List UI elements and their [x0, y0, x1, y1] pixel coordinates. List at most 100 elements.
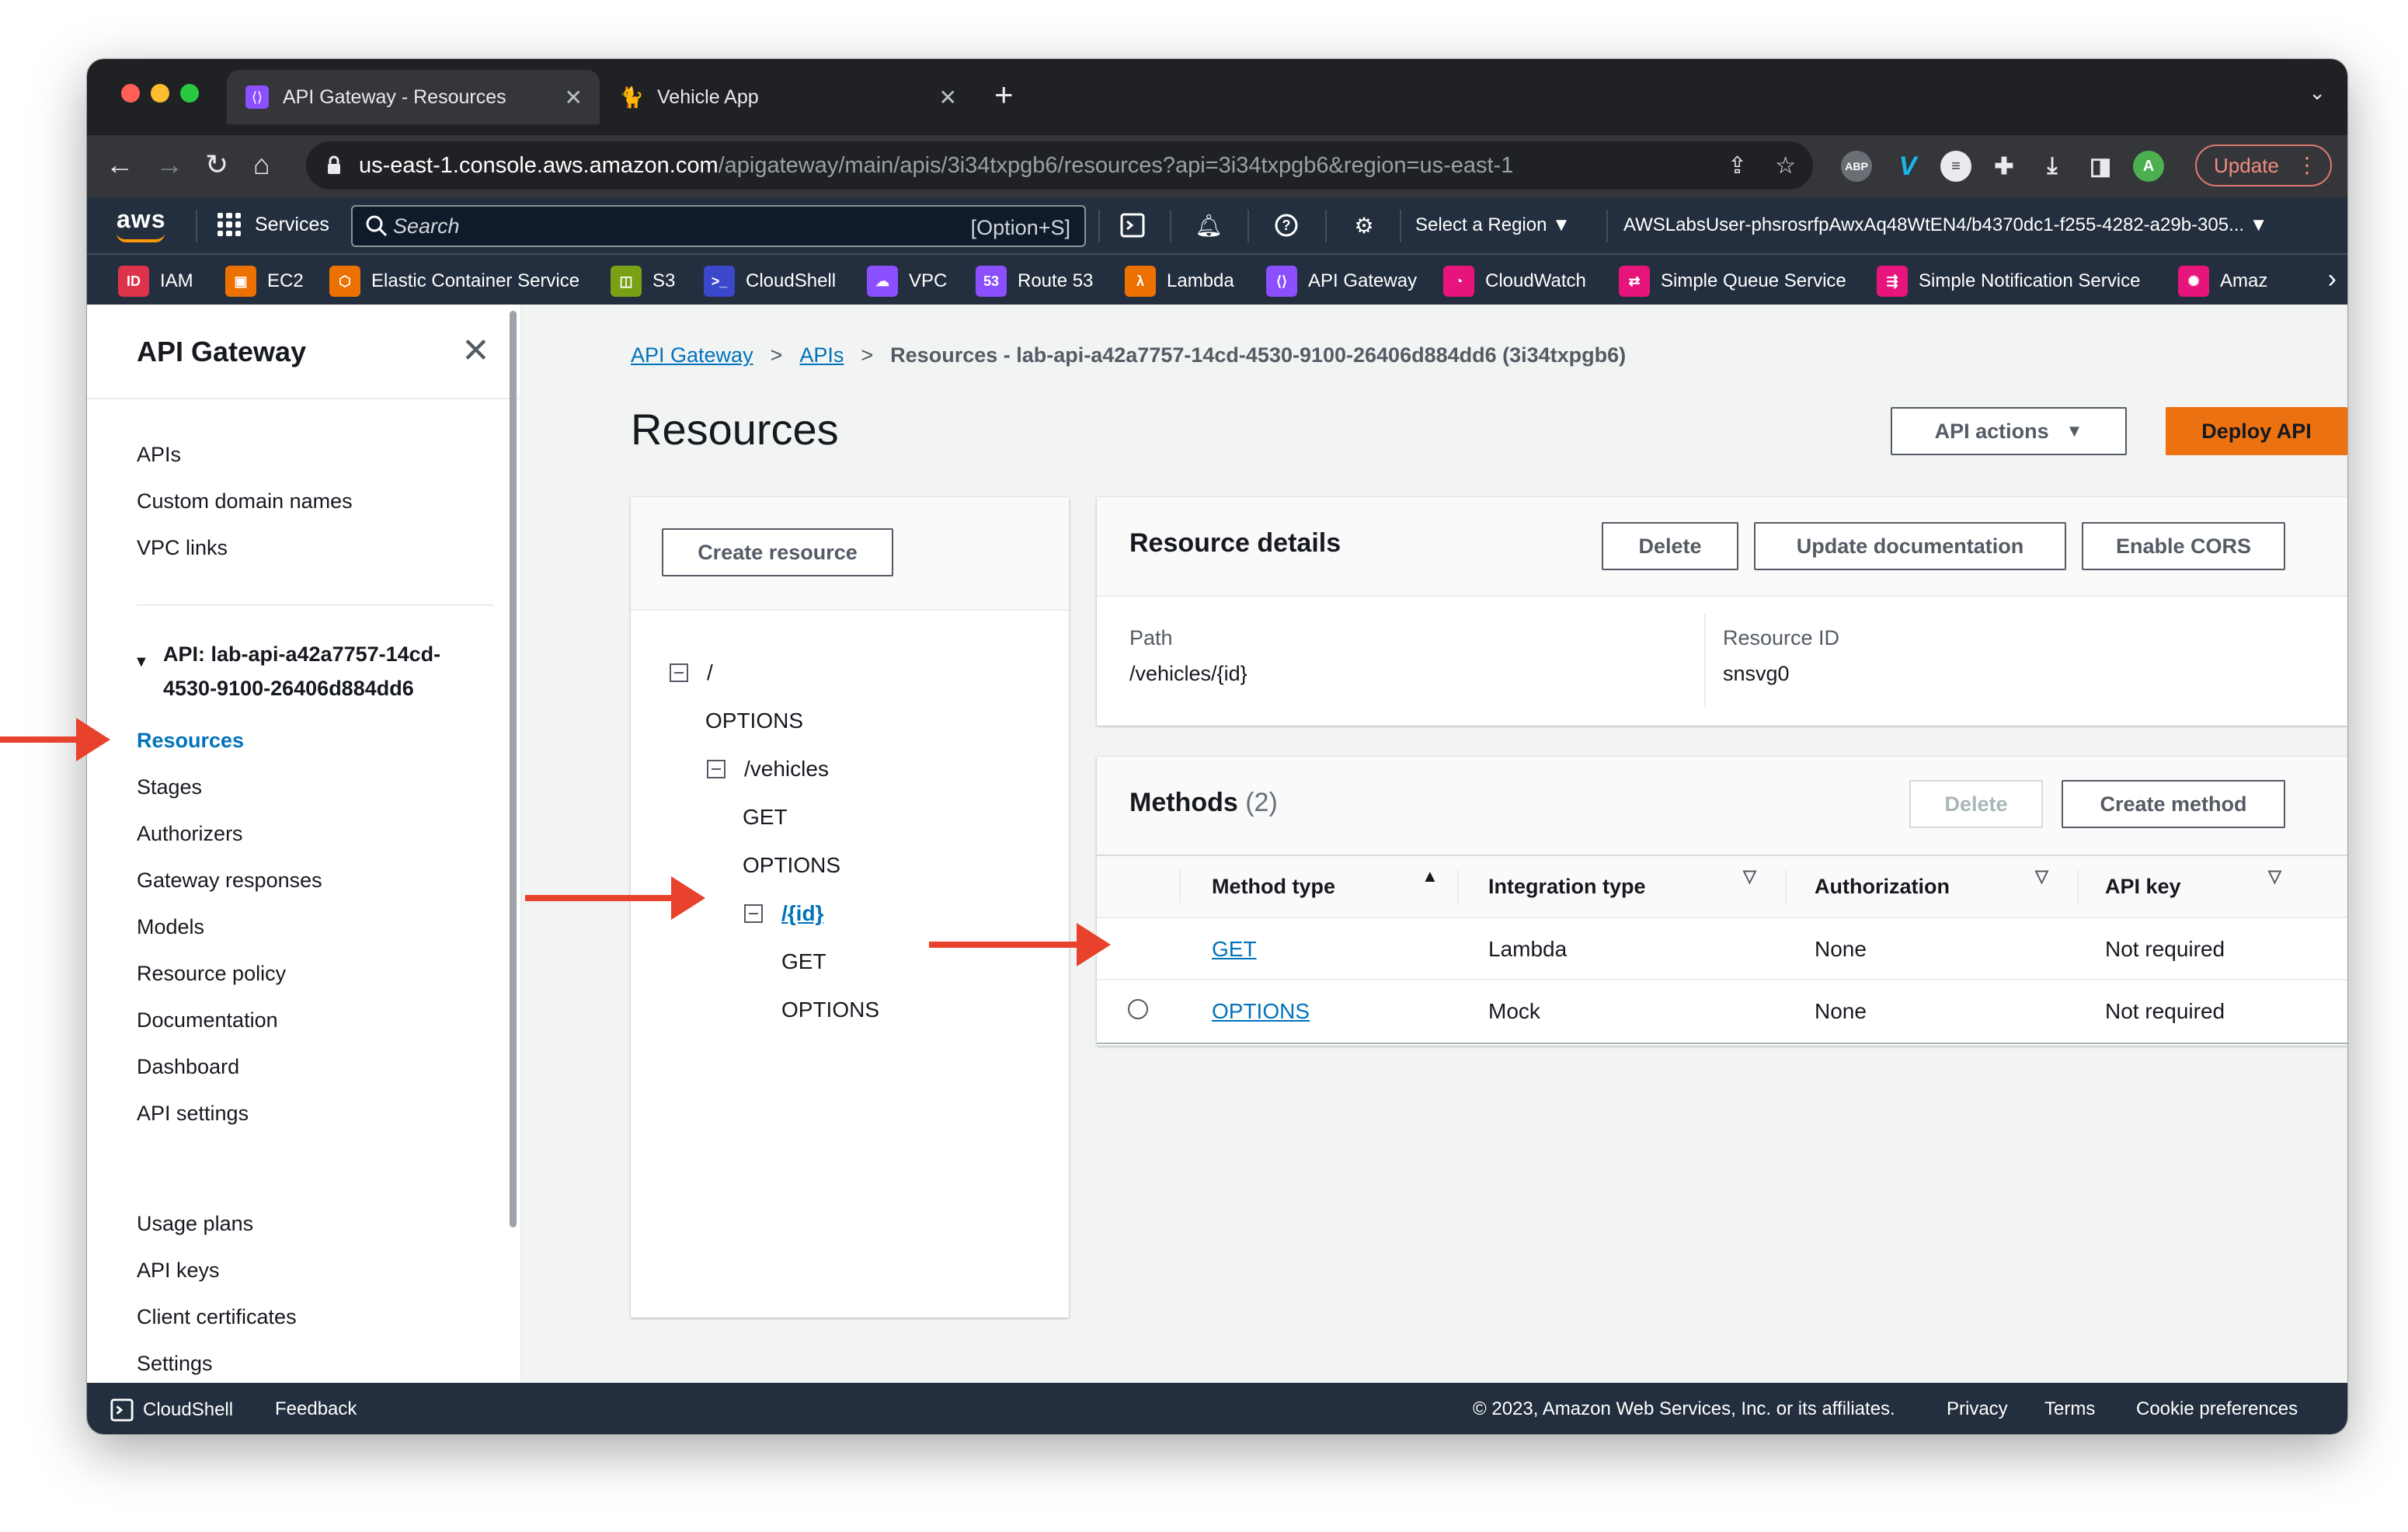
cloudshell-icon[interactable] [1117, 210, 1148, 241]
tree-node-id[interactable]: /{id} [744, 901, 823, 926]
favorite-cloudwatch[interactable]: ◔ CloudWatch [1443, 266, 1586, 297]
sidebar-item-dashboard[interactable]: Dashboard [137, 1055, 239, 1079]
menu-extension-icon[interactable]: ≡ [1940, 151, 1971, 182]
footer-terms-link[interactable]: Terms [2044, 1398, 2095, 1420]
profile-avatar[interactable]: A [2133, 151, 2164, 182]
sidebar-item-documentation[interactable]: Documentation [137, 1008, 278, 1032]
method-link-get[interactable]: GET [1212, 937, 1257, 961]
method-type-cell[interactable]: OPTIONS [1212, 999, 1310, 1024]
sidebar-item-models[interactable]: Models [137, 915, 204, 939]
sidebar-item-api-keys[interactable]: API keys [137, 1259, 220, 1283]
tree-node-vehicles-options[interactable]: OPTIONS [743, 853, 840, 878]
tree-node-label-selected[interactable]: /{id} [781, 901, 823, 925]
puzzle-extensions-icon[interactable]: ✚ [1989, 151, 2020, 182]
favorite-api-gateway[interactable]: ⟨⟩ API Gateway [1266, 266, 1417, 297]
tab-search-chevron-icon[interactable]: ⌄ [2309, 81, 2326, 105]
address-bar[interactable]: us-east-1.console.aws.amazon.com/apigate… [306, 141, 1813, 190]
collapse-icon[interactable] [707, 760, 726, 778]
create-method-button[interactable]: Create method [2062, 780, 2285, 828]
sidebar-item-api-settings[interactable]: API settings [137, 1102, 249, 1126]
footer-cookie-preferences-link[interactable]: Cookie preferences [2136, 1398, 2298, 1420]
column-header-authorization[interactable]: Authorization [1815, 875, 1950, 899]
download-icon[interactable]: ⤓ [2037, 151, 2068, 182]
minimize-window-dot[interactable] [151, 84, 169, 103]
close-tab-icon[interactable]: ✕ [939, 85, 957, 110]
tree-node-id-get[interactable]: GET [781, 949, 826, 974]
reload-icon[interactable]: ↻ [205, 149, 228, 180]
tree-node-root[interactable]: / [670, 660, 713, 685]
adblock-extension-icon[interactable]: ABP [1841, 151, 1872, 182]
row-select-radio[interactable] [1128, 999, 1148, 1019]
sidebar-item-resources[interactable]: Resources [137, 729, 244, 753]
close-tab-icon[interactable]: ✕ [565, 85, 583, 110]
breadcrumb-link-api-gateway[interactable]: API Gateway [631, 343, 753, 367]
favorite-lambda[interactable]: λ Lambda [1125, 266, 1234, 297]
bookmark-star-icon[interactable]: ☆ [1775, 152, 1796, 179]
method-type-cell[interactable]: GET [1212, 937, 1257, 962]
method-link-options[interactable]: OPTIONS [1212, 999, 1310, 1023]
sidebar-item-authorizers[interactable]: Authorizers [137, 822, 243, 846]
sidebar-item-stages[interactable]: Stages [137, 775, 202, 799]
notifications-bell-icon[interactable]: 🔔︎ [1193, 210, 1224, 241]
close-sidebar-icon[interactable]: ✕ [461, 331, 490, 371]
update-documentation-button[interactable]: Update documentation [1754, 522, 2066, 570]
collapse-icon[interactable] [744, 904, 763, 923]
sidebar-item-settings[interactable]: Settings [137, 1352, 213, 1376]
delete-method-button[interactable]: Delete [1909, 780, 2043, 828]
favorite-vpc[interactable]: ☁ VPC [867, 266, 947, 297]
tree-node-root-options[interactable]: OPTIONS [705, 709, 803, 733]
home-icon[interactable]: ⌂ [253, 149, 270, 180]
sidebar-item-client-certificates[interactable]: Client certificates [137, 1305, 297, 1329]
footer-privacy-link[interactable]: Privacy [1947, 1398, 2008, 1420]
breadcrumb-link-apis[interactable]: APIs [799, 343, 844, 367]
sidebar-item-gateway-responses[interactable]: Gateway responses [137, 869, 322, 893]
favorite-iam[interactable]: ID IAM [118, 266, 193, 297]
update-button[interactable]: Update ⋮ [2195, 144, 2332, 186]
region-selector[interactable]: Select a Region ▼ [1415, 214, 1571, 236]
browser-tab-api-gateway[interactable]: ⟨⟩ API Gateway - Resources ✕ [227, 70, 600, 124]
sidebar-item-resource-policy[interactable]: Resource policy [137, 962, 286, 986]
collapse-icon[interactable] [670, 663, 688, 682]
vimeo-extension-icon[interactable]: V [1892, 151, 1923, 182]
kebab-menu-icon[interactable]: ⋮ [2296, 152, 2318, 178]
api-actions-button[interactable]: API actions ▼ [1891, 407, 2127, 455]
favorite-route53[interactable]: 53 Route 53 [976, 266, 1093, 297]
favorite-s3[interactable]: ◫ S3 [611, 266, 675, 297]
favorite-cloudshell[interactable]: >_ CloudShell [704, 266, 836, 297]
sidebar-item-apis[interactable]: APIs [137, 443, 181, 467]
favorite-ec2[interactable]: ▣ EC2 [225, 266, 304, 297]
delete-resource-button[interactable]: Delete [1602, 522, 1738, 570]
new-tab-icon[interactable]: + [994, 78, 1014, 112]
sidebar-scrollbar[interactable] [510, 311, 517, 1227]
sidebar-api-group[interactable]: ▼ API: lab-api-a42a7757-14cd-4530-9100-2… [134, 637, 460, 705]
settings-gear-icon[interactable]: ⚙ [1348, 210, 1380, 241]
column-header-integration-type[interactable]: Integration type [1488, 875, 1646, 899]
favorite-sns[interactable]: ⇶ Simple Notification Service [1877, 266, 2140, 297]
sidebar-item-vpc-links[interactable]: VPC links [137, 536, 228, 560]
forward-icon[interactable]: → [155, 149, 183, 180]
back-icon[interactable]: ← [106, 149, 134, 180]
aws-search-input[interactable]: Search [Option+S] [351, 205, 1086, 247]
deploy-api-button[interactable]: Deploy API [2166, 407, 2347, 455]
enable-cors-button[interactable]: Enable CORS [2082, 522, 2285, 570]
close-window-dot[interactable] [121, 84, 140, 103]
tree-node-vehicles-get[interactable]: GET [743, 805, 788, 830]
favorites-next-chevron-icon[interactable]: › [2328, 264, 2337, 294]
sidepanel-icon[interactable]: ◨ [2085, 151, 2116, 182]
share-icon[interactable]: ⇪ [1728, 152, 1747, 179]
services-menu-button[interactable]: Services [217, 213, 329, 236]
browser-tab-vehicle-app[interactable]: 🐈 Vehicle App ✕ [601, 70, 974, 124]
maximize-window-dot[interactable] [180, 84, 199, 103]
favorite-sqs[interactable]: ⇄ Simple Queue Service [1619, 266, 1846, 297]
tree-node-id-options[interactable]: OPTIONS [781, 998, 879, 1022]
tree-node-vehicles[interactable]: /vehicles [707, 757, 829, 782]
sidebar-item-usage-plans[interactable]: Usage plans [137, 1212, 253, 1236]
aws-logo[interactable]: aws [117, 205, 165, 234]
favorite-amazon-truncated[interactable]: ✺ Amaz [2178, 266, 2318, 297]
create-resource-button[interactable]: Create resource [662, 528, 893, 576]
favorite-ecs[interactable]: ⬡ Elastic Container Service [329, 266, 579, 297]
footer-feedback-link[interactable]: Feedback [275, 1398, 357, 1420]
help-icon[interactable]: ? [1271, 210, 1302, 241]
column-header-method-type[interactable]: Method type [1212, 875, 1335, 899]
column-header-api-key[interactable]: API key [2105, 875, 2181, 899]
